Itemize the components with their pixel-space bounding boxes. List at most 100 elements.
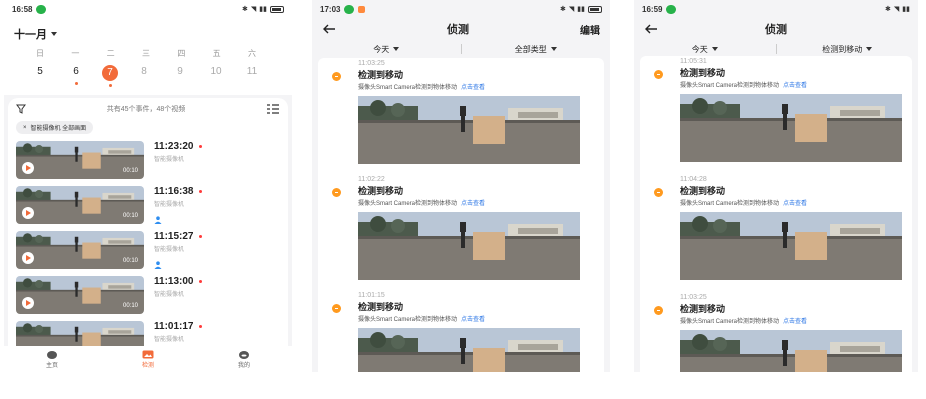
event-time: 11:01:17: [154, 321, 194, 332]
tab-label: 我的: [237, 362, 250, 369]
date-cell[interactable]: 5: [30, 65, 50, 79]
list-view-icon[interactable]: [266, 104, 280, 114]
weekday-row: 日 一 二 三 四 五 六: [14, 48, 282, 59]
date-cell[interactable]: 11: [242, 65, 262, 79]
detection-time: 11:02:22: [358, 176, 385, 183]
event-duration: 00:10: [122, 303, 138, 309]
profile-icon: [238, 350, 249, 359]
play-icon[interactable]: [22, 252, 34, 264]
date-filter[interactable]: 今天: [312, 44, 461, 55]
event-thumbnail[interactable]: 00:10: [16, 276, 144, 314]
detection-snapshot[interactable]: [358, 96, 580, 164]
type-filter[interactable]: 检测到移动: [777, 44, 919, 55]
alert-icon: [654, 306, 663, 315]
person-icon: [154, 261, 162, 269]
page-title: 侦测: [765, 24, 787, 36]
detection-snapshot[interactable]: [358, 212, 580, 280]
detection-feed: 11:03:25 检测到移动 摄像头Smart Camera检测到物体移动 点击查…: [318, 58, 604, 372]
play-icon[interactable]: [22, 297, 34, 309]
date-filter-label: 今天: [691, 44, 708, 54]
view-link[interactable]: 点击查看: [461, 201, 485, 207]
detection-item[interactable]: 11:02:22 检测到移动 摄像头Smart Camera检测到物体移动 点击查…: [318, 174, 604, 290]
detection-title: 检测到移动: [358, 70, 404, 80]
detection-feed: 11:05:31 检测到移动 摄像头Smart Camera检测到物体移动 点击查…: [640, 56, 912, 372]
bluetooth-icon: ✱: [242, 6, 248, 13]
date-filter-label: 今天: [373, 44, 390, 54]
back-arrow-icon[interactable]: [644, 24, 658, 34]
date-cell[interactable]: 9: [170, 65, 190, 79]
event-duration: 00:10: [122, 168, 138, 174]
detection-item[interactable]: 11:03:25 检测到移动 摄像头Smart Camera检测到物体移动 点击查…: [318, 58, 604, 174]
date-cell[interactable]: 10: [206, 65, 226, 79]
weekday-label: 五: [212, 49, 221, 58]
edit-button[interactable]: 编辑: [580, 22, 600, 37]
date-cell[interactable]: 8: [134, 65, 154, 79]
event-row[interactable]: 11:01:17 智能摄像机: [16, 321, 280, 346]
detection-item[interactable]: 11:03:25 检测到移动 摄像头Smart Camera检测到物体移动 点击查…: [640, 292, 912, 372]
detection-snapshot[interactable]: [680, 94, 902, 162]
event-thumbnail[interactable]: 00:10: [16, 186, 144, 224]
phone-detection-all: 17:03 ✱ ◥ ▮▮ 侦测 编辑 今天 全部类型 11:03:25 检测到移…: [312, 0, 610, 372]
nav-bar: 侦测: [634, 18, 918, 40]
view-link[interactable]: 点击查看: [461, 85, 485, 91]
event-thumbnail[interactable]: 00:10: [16, 231, 144, 269]
screenshot-stage: 16:58 ✱ ◥ ▮▮ 十一月 日 一 二 三 四 五 六 5 6 7 8 9…: [0, 0, 926, 399]
status-bar: 17:03 ✱ ◥ ▮▮: [312, 0, 610, 18]
play-icon[interactable]: [22, 162, 34, 174]
calendar-header: 十一月 日 一 二 三 四 五 六 5 6 7 8 9 10 11: [4, 18, 292, 95]
event-camera: 智能摄像机: [154, 247, 185, 253]
detection-time: 11:05:31: [680, 58, 707, 65]
event-row[interactable]: 00:10 11:15:27 智能摄像机: [16, 231, 280, 269]
detection-desc: 摄像头Smart Camera检测到物体移动: [680, 201, 780, 207]
status-bar: 16:59 ✱ ◥ ▮▮: [634, 0, 918, 18]
detection-snapshot[interactable]: [680, 212, 902, 280]
detection-snapshot[interactable]: [358, 328, 580, 372]
filter-icon[interactable]: [16, 104, 26, 114]
date-cell-selected[interactable]: 7: [102, 65, 118, 87]
filter-bar: 今天 全部类型: [312, 40, 610, 58]
detection-title: 检测到移动: [680, 68, 726, 78]
event-row[interactable]: 00:10 11:23:20 智能摄像机: [16, 141, 280, 179]
camera-filter-chip[interactable]: × 智能摄像机 全部画面: [16, 121, 94, 134]
tab-me[interactable]: 我的: [238, 350, 250, 369]
play-icon[interactable]: [22, 207, 34, 219]
detection-item[interactable]: 11:04:28 检测到移动 摄像头Smart Camera检测到物体移动 点击查…: [640, 174, 912, 292]
tab-detect[interactable]: 检测: [142, 350, 154, 369]
status-pill: [666, 4, 677, 14]
detection-item[interactable]: 11:01:15 检测到移动 摄像头Smart Camera检测到物体移动 点击查…: [318, 290, 604, 372]
event-thumbnail[interactable]: 00:10: [16, 141, 144, 179]
event-camera: 智能摄像机: [154, 157, 185, 163]
date-cell[interactable]: 6: [66, 65, 86, 85]
notification-icon: [358, 5, 366, 13]
status-icons: ✱ ◥ ▮▮: [885, 5, 910, 13]
status-pill: [36, 4, 47, 14]
bottom-tab-bar: 主页 检测 我的: [4, 346, 292, 372]
event-duration: 00:10: [122, 258, 138, 264]
view-link[interactable]: 点击查看: [783, 83, 807, 89]
view-link[interactable]: 点击查看: [461, 317, 485, 323]
event-thumbnail[interactable]: [16, 321, 144, 346]
detection-item[interactable]: 11:05:31 检测到移动 摄像头Smart Camera检测到物体移动 点击查…: [640, 56, 912, 174]
tab-home[interactable]: 主页: [46, 350, 58, 369]
back-arrow-icon[interactable]: [322, 24, 336, 34]
battery-icon: [588, 5, 602, 13]
date-filter[interactable]: 今天: [634, 44, 776, 55]
view-link[interactable]: 点击查看: [783, 319, 807, 325]
unread-dot: [199, 190, 203, 193]
detection-desc: 摄像头Smart Camera检测到物体移动: [358, 317, 458, 323]
unread-dot: [199, 325, 203, 328]
chip-label: 智能摄像机 全部画面: [30, 126, 87, 132]
unread-dot: [199, 145, 203, 148]
event-row[interactable]: 00:10 11:16:38 智能摄像机: [16, 186, 280, 224]
view-link[interactable]: 点击查看: [783, 201, 807, 207]
event-list: 共有45个事件，48个视频 × 智能摄像机 全部画面 00:10 11:23:2…: [8, 98, 288, 346]
type-filter[interactable]: 全部类型: [462, 44, 611, 55]
event-summary: 共有45个事件，48个视频: [106, 106, 186, 113]
phone-detection-motion: 16:59 ✱ ◥ ▮▮ 侦测 今天 检测到移动 11:05:31 检测到移动: [634, 0, 918, 372]
close-icon[interactable]: ×: [23, 125, 27, 131]
month-selector[interactable]: 十一月: [14, 18, 282, 48]
chevron-down-icon: [550, 47, 557, 51]
alert-icon: [332, 304, 341, 313]
event-row[interactable]: 00:10 11:13:00 智能摄像机: [16, 276, 280, 314]
detection-snapshot[interactable]: [680, 330, 902, 372]
